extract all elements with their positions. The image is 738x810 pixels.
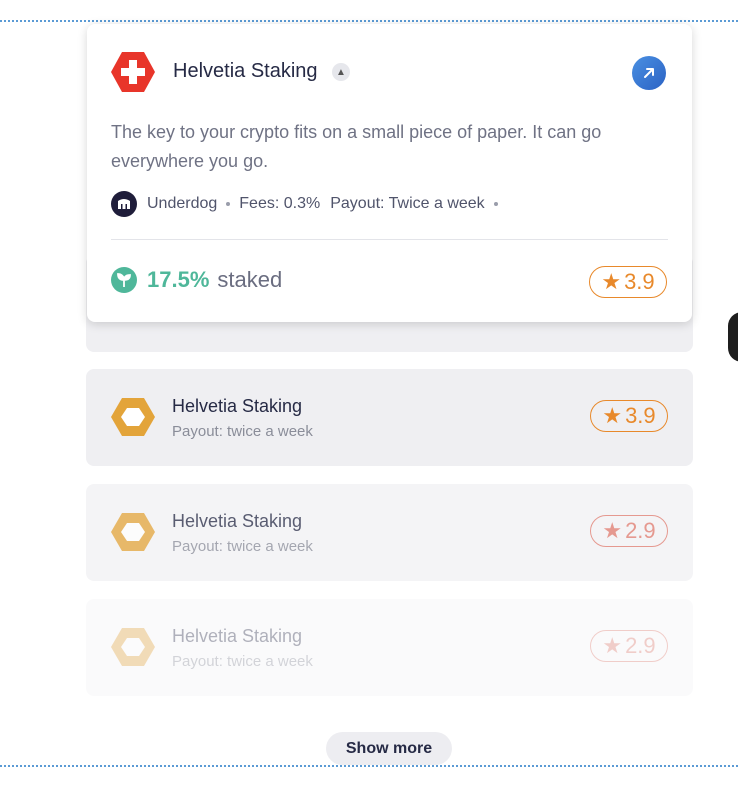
- staking-item[interactable]: Helvetia Staking Payout: twice a week ★ …: [86, 484, 693, 581]
- item-title: Helvetia Staking: [172, 626, 303, 646]
- top-dotted-divider: [0, 20, 738, 22]
- separator-dot: [493, 202, 498, 206]
- item-payout: Payout: twice a week: [172, 538, 313, 555]
- swiss-flag-icon: [111, 52, 155, 92]
- staked-label: staked: [217, 267, 283, 292]
- staked-percentage: 17.5%: [147, 267, 210, 292]
- rating-badge: ★ 2.9: [590, 515, 668, 547]
- fees-text: Fees: 0.3%: [239, 195, 321, 212]
- popover-description: The key to your crypto fits on a small p…: [111, 122, 602, 171]
- star-icon: ★: [602, 633, 623, 658]
- staking-detail-popover: Helvetia Staking ▲ The key to your crypt…: [87, 24, 692, 322]
- divider: [111, 239, 668, 240]
- staking-item[interactable]: Helvetia Staking Payout: twice a week ★ …: [86, 599, 693, 696]
- rating-value: 2.9: [625, 633, 656, 658]
- operator-name[interactable]: Underdog: [147, 195, 217, 213]
- popover-title: Helvetia Staking: [173, 60, 318, 82]
- provider-meta: Underdog Fees: 0.3% Payout: Twice a week: [111, 191, 507, 217]
- staked-summary: 17.5% staked: [111, 267, 282, 293]
- rating-badge: ★ 3.9: [589, 266, 667, 298]
- rating-badge: ★ 3.9: [590, 400, 668, 432]
- item-payout: Payout: twice a week: [172, 423, 313, 440]
- star-icon: ★: [601, 269, 622, 294]
- staking-item[interactable]: Helvetia Staking Payout: twice a week ★ …: [86, 369, 693, 466]
- star-icon: ★: [602, 518, 623, 543]
- item-title: Helvetia Staking: [172, 511, 303, 531]
- hexagon-icon: [111, 513, 155, 551]
- rating-value: 3.9: [624, 269, 655, 294]
- rating-badge: ★ 2.9: [590, 630, 668, 662]
- chevron-up-icon[interactable]: ▲: [332, 63, 350, 81]
- rating-value: 3.9: [625, 403, 656, 428]
- item-title: Helvetia Staking: [172, 396, 303, 416]
- external-link-button[interactable]: [632, 56, 666, 90]
- hexagon-icon: [111, 398, 155, 436]
- leaf-icon: [111, 267, 137, 293]
- hexagon-icon: [111, 628, 155, 666]
- show-more-button[interactable]: Show more: [326, 732, 452, 765]
- star-icon: ★: [602, 403, 623, 428]
- underdog-avatar-icon: [111, 191, 137, 217]
- external-link-icon: [644, 68, 654, 78]
- separator-dot: [226, 202, 231, 206]
- bottom-dotted-divider: [0, 765, 738, 767]
- payout-text: Payout: Twice a week: [330, 195, 485, 212]
- item-payout: Payout: twice a week: [172, 653, 313, 670]
- edge-element: [728, 312, 738, 362]
- rating-value: 2.9: [625, 518, 656, 543]
